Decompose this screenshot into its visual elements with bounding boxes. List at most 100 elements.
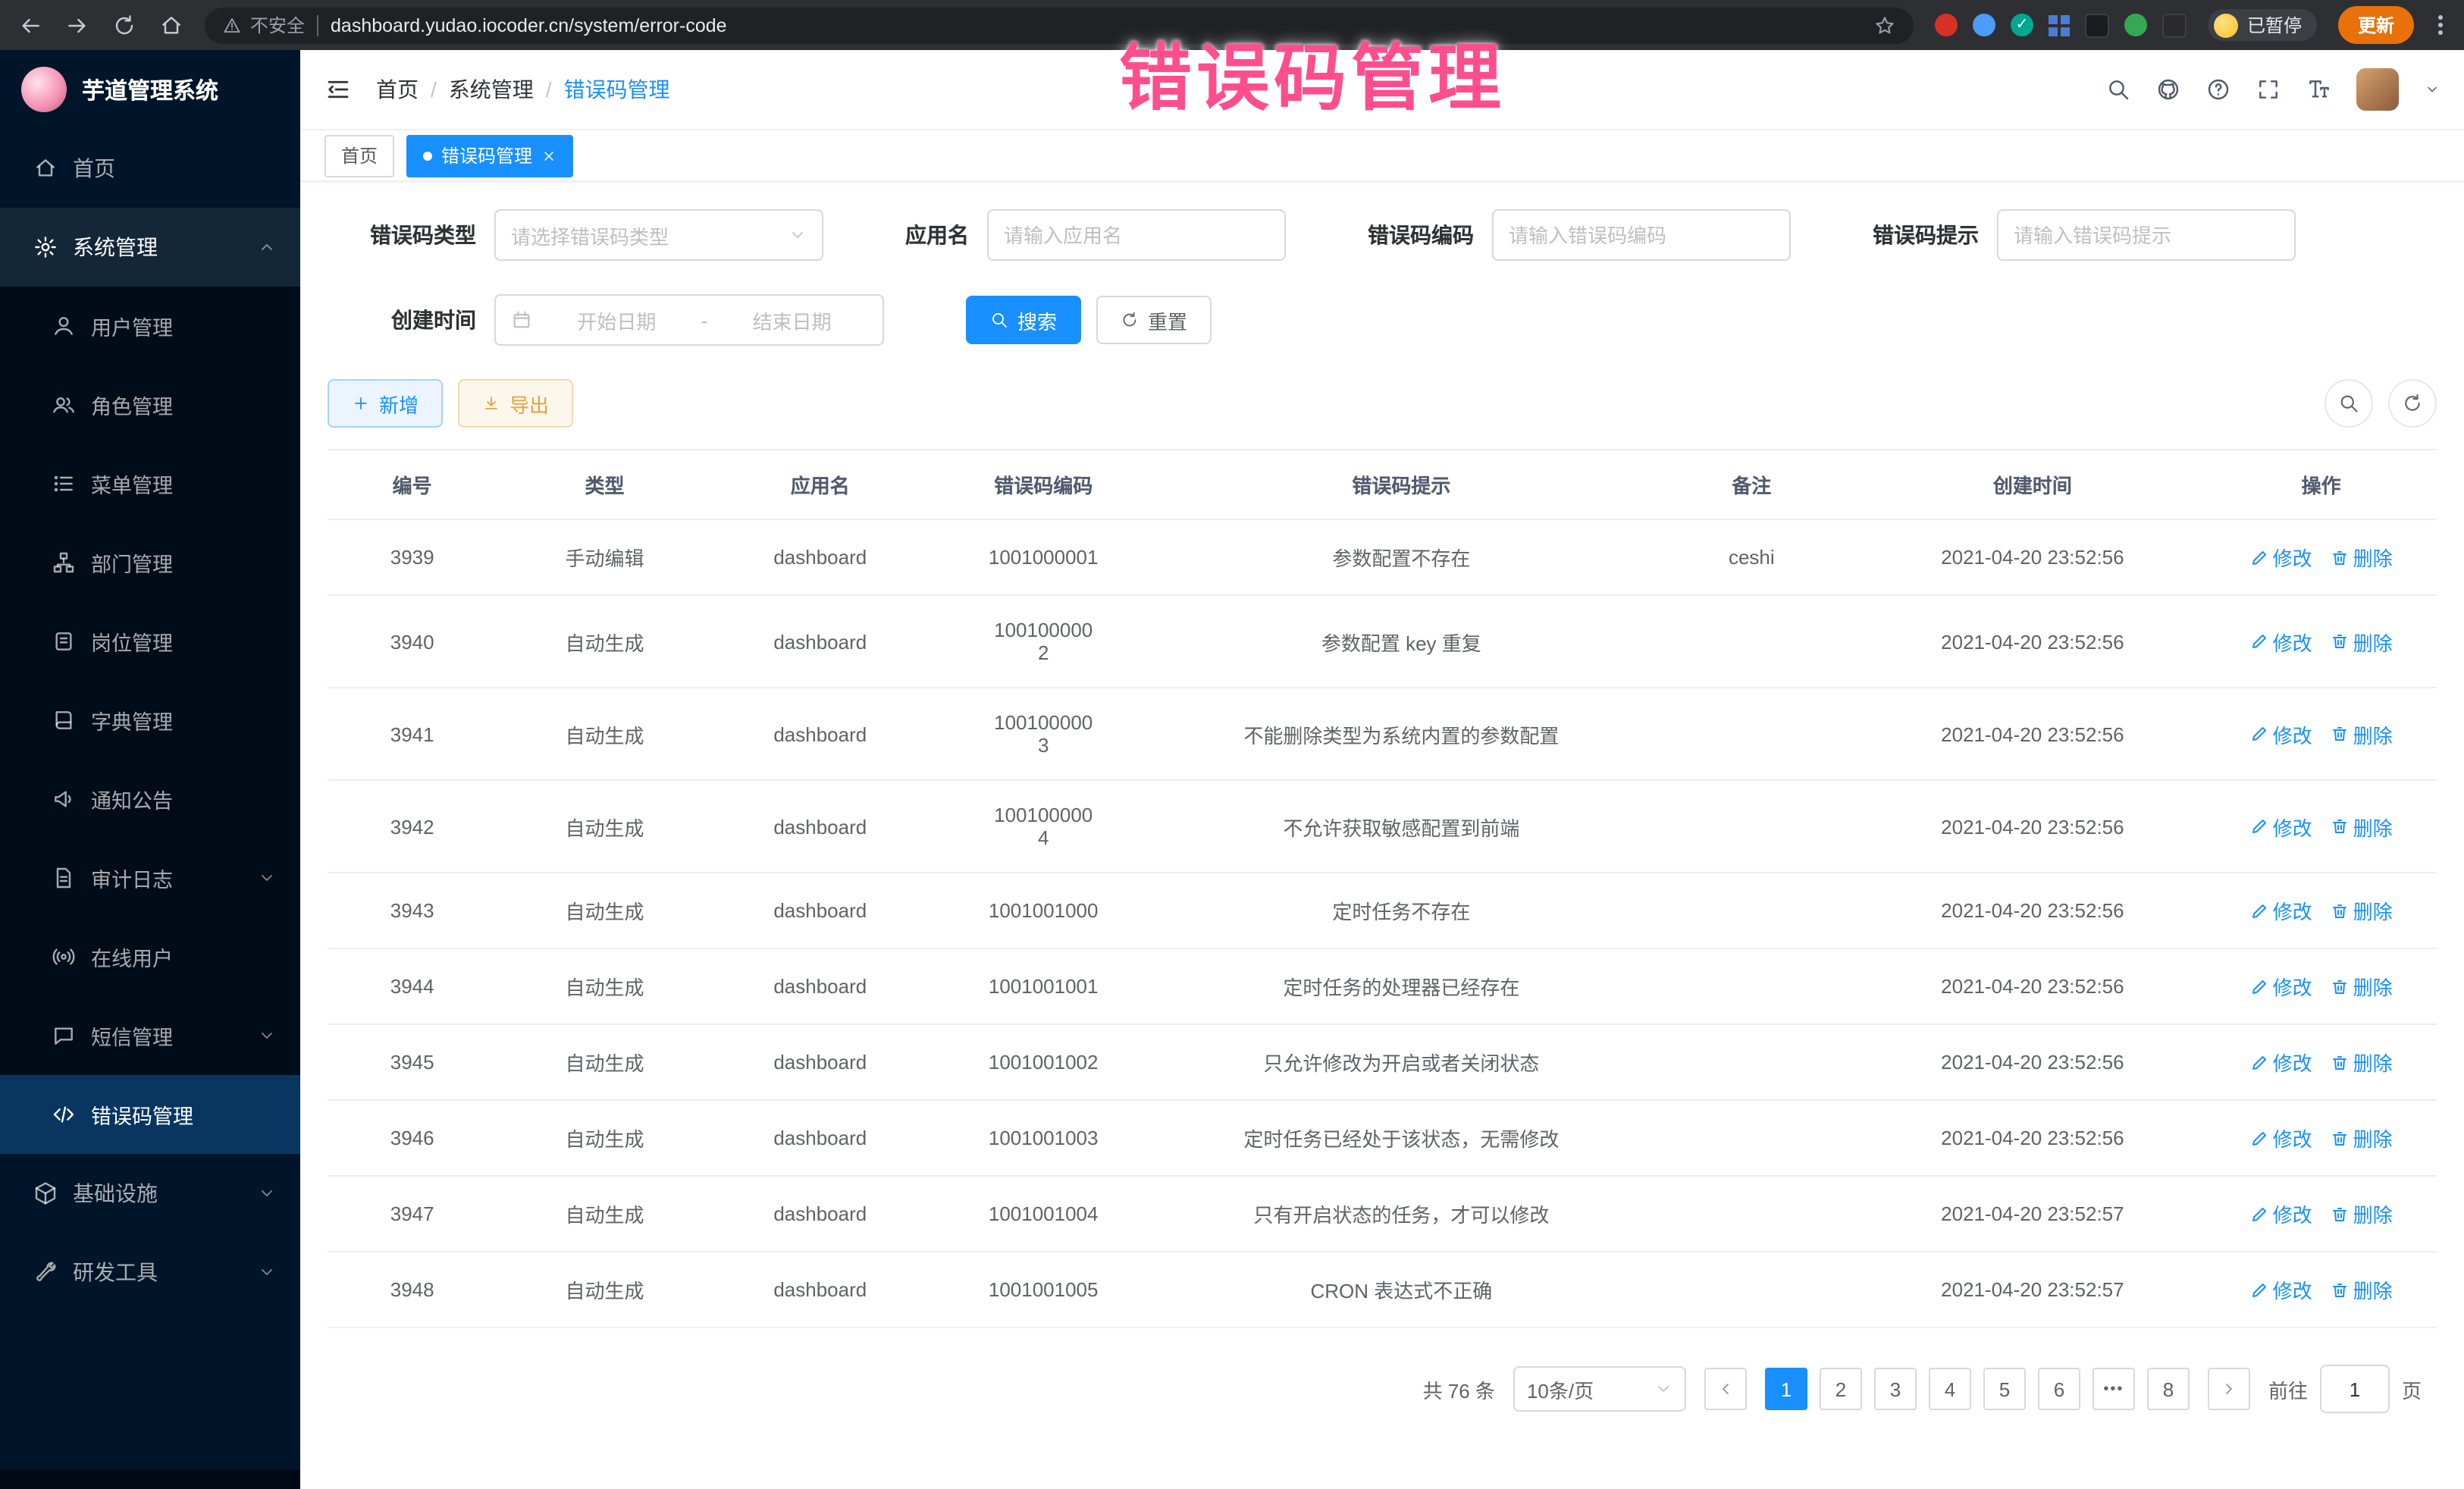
sidebar-item-org[interactable]: 部门管理 <box>0 523 300 602</box>
delete-link[interactable]: 删除 <box>2331 1124 2393 1152</box>
pagination-more-button[interactable]: ••• <box>2093 1368 2135 1410</box>
pencil-icon <box>2250 1129 2268 1147</box>
pagination-page-6[interactable]: 6 <box>2038 1368 2080 1410</box>
cell-code: 1001000004 <box>928 780 1159 873</box>
tab-error-code[interactable]: 错误码管理 <box>406 134 573 177</box>
cell-time: 2021-04-20 23:52:56 <box>1859 873 2205 948</box>
breadcrumb-system[interactable]: 系统管理 <box>449 74 534 105</box>
sidebar-item-home[interactable]: 首页 <box>0 129 300 208</box>
delete-link[interactable]: 删除 <box>2331 719 2393 748</box>
edit-link[interactable]: 修改 <box>2250 543 2312 572</box>
sidebar-item-megaphone[interactable]: 通知公告 <box>0 760 300 839</box>
browser-profile-chip[interactable]: 已暂停 <box>2208 9 2317 41</box>
edit-link[interactable]: 修改 <box>2250 1199 2312 1228</box>
extension-icon[interactable]: ✓ <box>2011 14 2033 36</box>
delete-link[interactable]: 删除 <box>2331 1199 2393 1228</box>
prev-page-button[interactable] <box>1704 1368 1747 1410</box>
edit-link[interactable]: 修改 <box>2250 1048 2312 1077</box>
delete-link[interactable]: 删除 <box>2331 543 2393 572</box>
menu-fold-icon[interactable] <box>324 76 352 103</box>
add-button[interactable]: 新增 <box>328 379 443 428</box>
search-icon[interactable] <box>2106 77 2130 102</box>
edit-link[interactable]: 修改 <box>2250 1124 2312 1152</box>
sidebar-item-doc[interactable]: 审计日志 <box>0 839 300 917</box>
forward-icon[interactable] <box>65 13 89 37</box>
show-search-button[interactable] <box>2324 379 2373 428</box>
gear-icon <box>33 235 58 259</box>
extension-grid-icon[interactable] <box>2049 14 2070 36</box>
edit-link[interactable]: 修改 <box>2250 719 2312 748</box>
sidebar-item-dev-tools[interactable]: 研发工具 <box>0 1233 300 1312</box>
puzzle-extension-icon[interactable] <box>2162 13 2187 37</box>
pagination-page-2[interactable]: 2 <box>1820 1368 1862 1410</box>
col-type: 类型 <box>497 450 712 519</box>
edit-link[interactable]: 修改 <box>2250 627 2312 656</box>
goto-page-input[interactable] <box>2320 1365 2390 1413</box>
cell-id: 3946 <box>328 1100 497 1176</box>
delete-link[interactable]: 删除 <box>2331 972 2393 1001</box>
next-page-button[interactable] <box>2208 1368 2250 1410</box>
help-icon[interactable] <box>2206 77 2230 102</box>
pagination-page-8[interactable]: 8 <box>2147 1368 2190 1410</box>
breadcrumb-home[interactable]: 首页 <box>376 74 419 105</box>
sidebar-item-signal[interactable]: 在线用户 <box>0 917 300 996</box>
pagination-page-1[interactable]: 1 <box>1765 1368 1807 1410</box>
extension-icon[interactable] <box>1973 14 1995 36</box>
back-icon[interactable] <box>18 13 42 37</box>
export-button[interactable]: 导出 <box>458 379 573 428</box>
tab-home[interactable]: 首页 <box>324 134 394 177</box>
cell-type: 自动生成 <box>497 873 712 948</box>
extension-icon[interactable] <box>1935 14 1958 36</box>
edit-link[interactable]: 修改 <box>2250 1275 2312 1304</box>
extension-icon[interactable] <box>2085 13 2109 37</box>
edit-link[interactable]: 修改 <box>2250 972 2312 1001</box>
extension-icon[interactable] <box>2124 14 2147 36</box>
search-button[interactable]: 搜索 <box>966 296 1081 344</box>
font-size-icon[interactable] <box>2306 77 2331 102</box>
browser-menu-icon[interactable] <box>2435 15 2446 35</box>
browser-update-button[interactable]: 更新 <box>2338 6 2414 44</box>
table-header-row: 编号 类型 应用名 错误码编码 错误码提示 备注 创建时间 操作 <box>328 450 2437 519</box>
sidebar-item-users[interactable]: 角色管理 <box>0 365 300 444</box>
delete-link[interactable]: 删除 <box>2331 1048 2393 1077</box>
msg-input[interactable] <box>1997 209 2296 261</box>
date-range-picker[interactable]: 开始日期 - 结束日期 <box>494 294 884 346</box>
sidebar-item-chat[interactable]: 短信管理 <box>0 996 300 1075</box>
security-indicator[interactable]: 不安全 <box>223 12 305 38</box>
refresh-table-button[interactable] <box>2388 379 2437 428</box>
address-bar[interactable]: 不安全 dashboard.yudao.iocoder.cn/system/er… <box>205 7 1914 43</box>
pagination-page-4[interactable]: 4 <box>1929 1368 1971 1410</box>
sidebar-item-badge[interactable]: 岗位管理 <box>0 602 300 681</box>
delete-link[interactable]: 删除 <box>2331 1275 2393 1304</box>
sidebar-item-infrastructure[interactable]: 基础设施 <box>0 1154 300 1233</box>
divider <box>317 14 318 36</box>
delete-link[interactable]: 删除 <box>2331 627 2393 656</box>
profile-status: 已暂停 <box>2247 12 2302 38</box>
page-size-select[interactable]: 10条/页 <box>1513 1366 1686 1412</box>
sidebar-collapse-bar[interactable] <box>0 1469 300 1489</box>
sidebar-item-user[interactable]: 用户管理 <box>0 287 300 365</box>
code-input[interactable] <box>1492 209 1791 261</box>
edit-link[interactable]: 修改 <box>2250 812 2312 841</box>
pagination-page-5[interactable]: 5 <box>1983 1368 2026 1410</box>
close-icon[interactable] <box>541 148 556 163</box>
reload-icon[interactable] <box>112 13 136 37</box>
sidebar-item-system-management[interactable]: 系统管理 <box>0 208 300 287</box>
sidebar-item-menu-list[interactable]: 菜单管理 <box>0 444 300 523</box>
sidebar-item-code[interactable]: 错误码管理 <box>0 1075 300 1154</box>
bookmark-star-icon[interactable] <box>1874 14 1895 36</box>
pagination-page-3[interactable]: 3 <box>1874 1368 1917 1410</box>
fullscreen-icon[interactable] <box>2256 77 2281 102</box>
github-icon[interactable] <box>2156 77 2180 102</box>
chevron-down-icon[interactable] <box>2425 82 2440 97</box>
edit-link[interactable]: 修改 <box>2250 896 2312 925</box>
delete-link[interactable]: 删除 <box>2331 812 2393 841</box>
cell-app: dashboard <box>713 519 928 595</box>
delete-link[interactable]: 删除 <box>2331 896 2393 925</box>
user-avatar[interactable] <box>2356 68 2399 111</box>
type-select[interactable]: 请选择错误码类型 <box>494 209 823 261</box>
home-icon[interactable] <box>159 13 183 37</box>
app-input[interactable] <box>987 209 1286 261</box>
reset-button[interactable]: 重置 <box>1096 296 1212 344</box>
sidebar-item-book[interactable]: 字典管理 <box>0 681 300 760</box>
